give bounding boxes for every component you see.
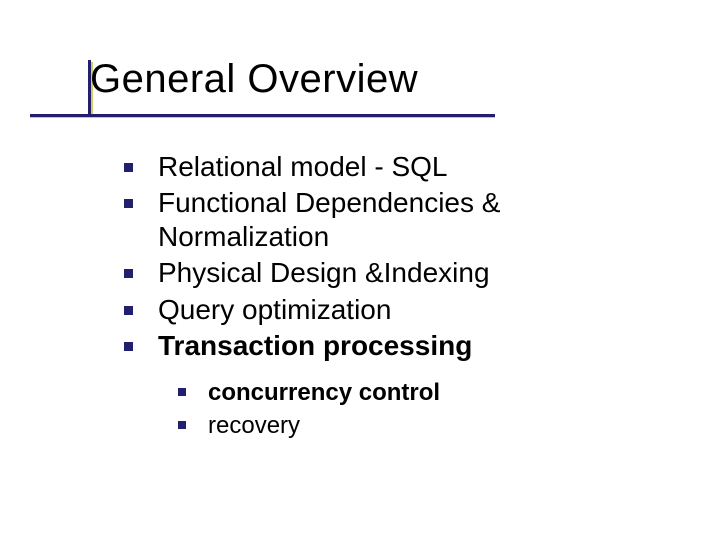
list-item-text: recovery	[208, 412, 300, 439]
slide: General Overview Relational model - SQL …	[0, 0, 720, 540]
list-item: Relational model - SQL	[118, 150, 638, 184]
list-item-text: concurrency control	[208, 379, 440, 406]
list-item-text: Query optimization	[158, 294, 391, 325]
bullet-list-level1: Relational model - SQL Functional Depend…	[118, 150, 638, 363]
list-item: Physical Design &Indexing	[118, 256, 638, 290]
slide-title: General Overview	[90, 58, 418, 100]
list-item: Transaction processing	[118, 329, 638, 363]
list-item: recovery	[174, 410, 638, 441]
title-container: General Overview	[90, 58, 418, 100]
list-item: Query optimization	[118, 293, 638, 327]
list-item: concurrency control	[174, 377, 638, 408]
list-item: Functional Dependencies & Normalization	[118, 186, 638, 254]
slide-body: Relational model - SQL Functional Depend…	[118, 150, 638, 443]
title-underline	[30, 114, 495, 118]
list-item-text: Physical Design &Indexing	[158, 257, 490, 288]
bullet-list-level2: concurrency control recovery	[118, 377, 638, 441]
list-item-text: Transaction processing	[158, 330, 472, 361]
list-item-text: Relational model - SQL	[158, 151, 447, 182]
list-item-text: Functional Dependencies & Normalization	[158, 187, 500, 252]
